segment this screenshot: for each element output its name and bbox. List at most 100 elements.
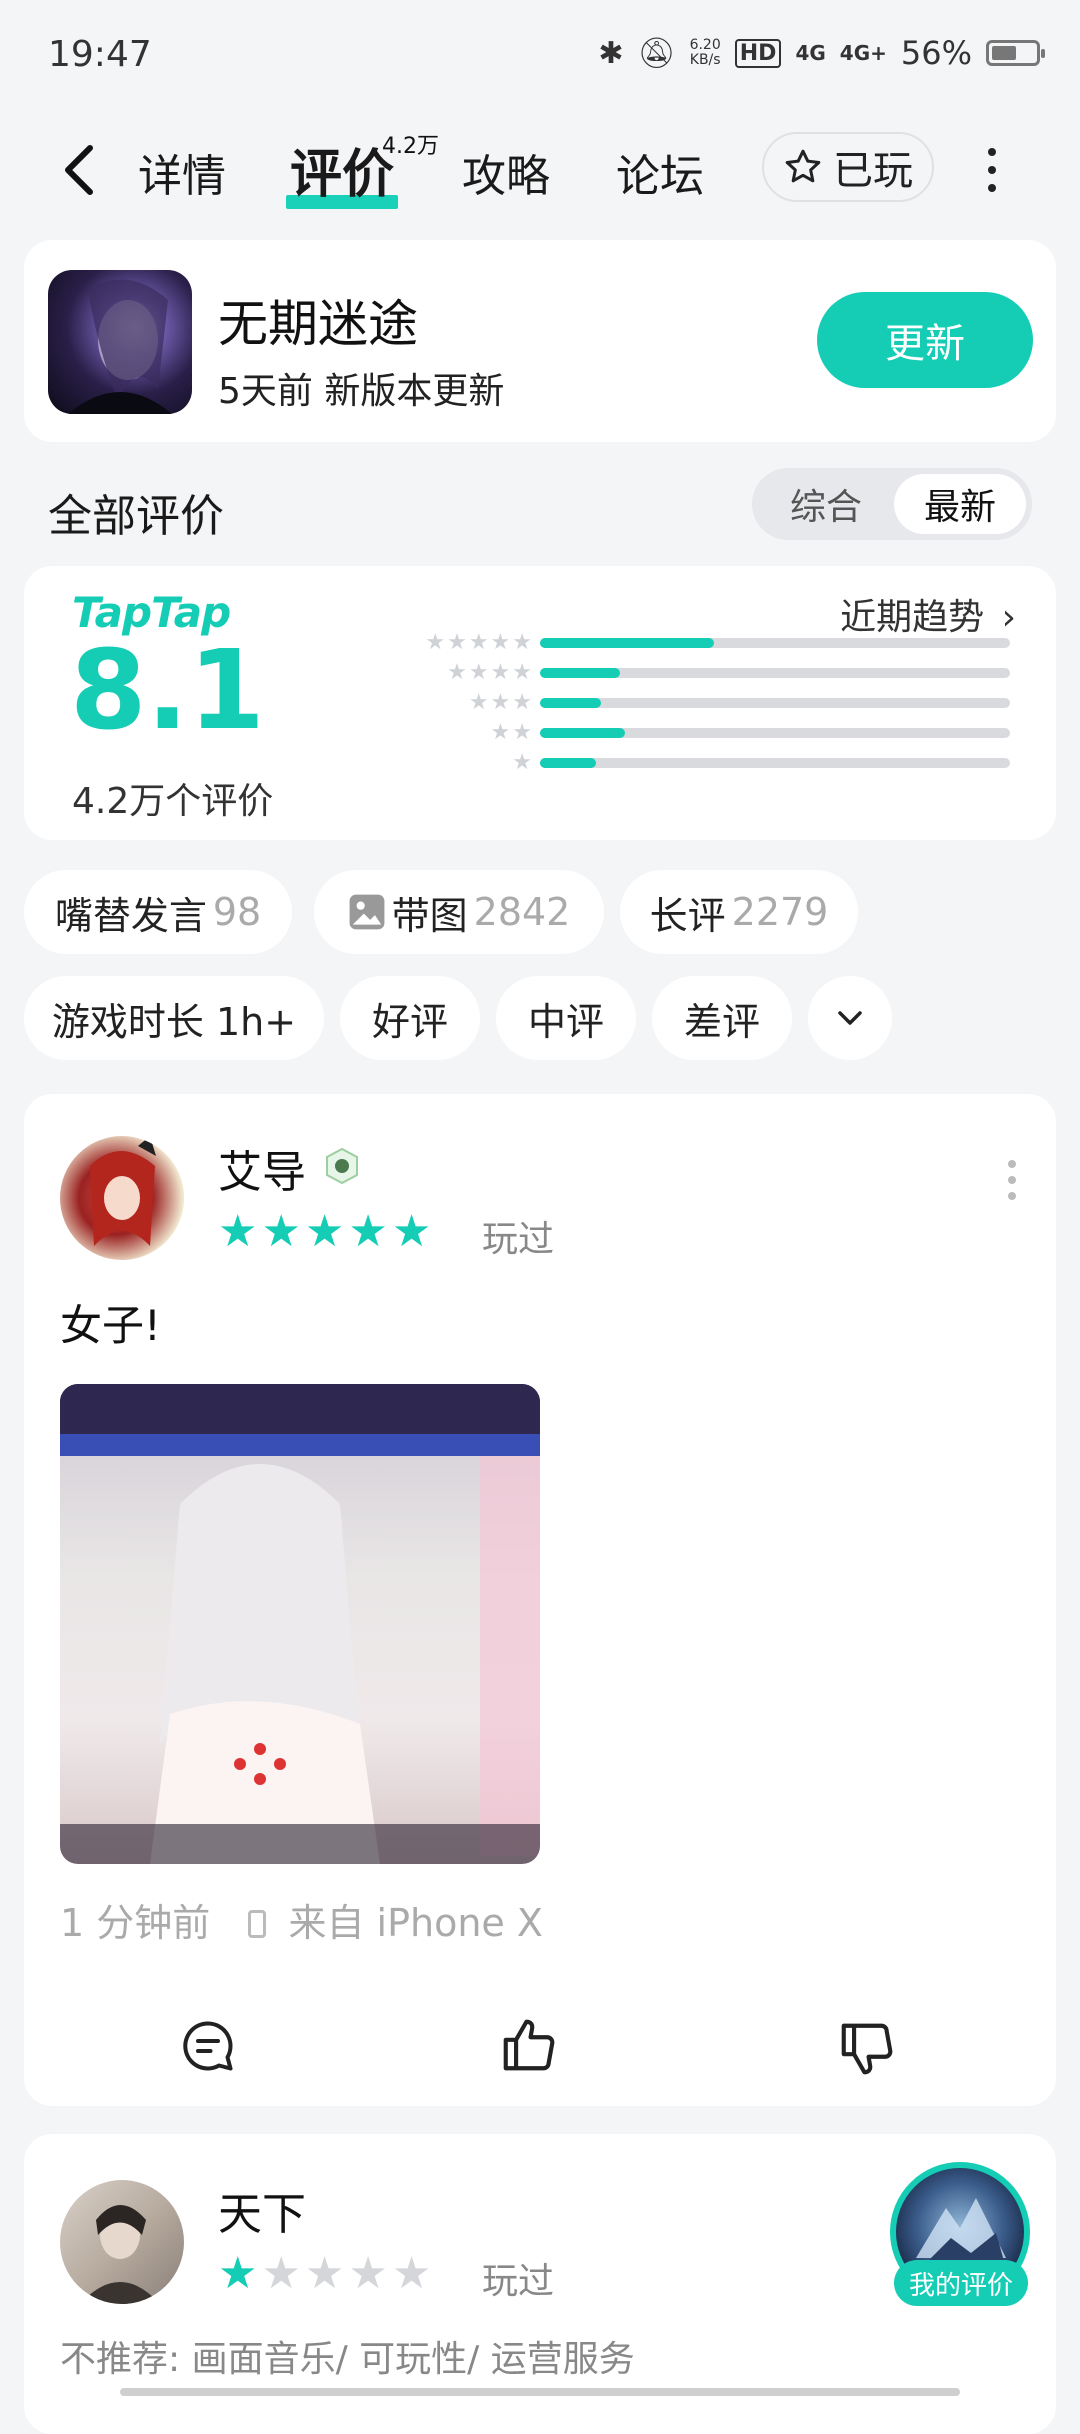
chevron-down-icon xyxy=(838,1011,862,1025)
review-username[interactable]: 艾导 xyxy=(218,1136,306,1200)
sort-toggle: 综合 最新 xyxy=(752,468,1032,540)
signal-4g-icon: 4G xyxy=(795,41,826,65)
chip-count: 2842 xyxy=(473,890,571,934)
chip-count: 2279 xyxy=(731,890,829,934)
played-status: 玩过 xyxy=(482,1219,555,1260)
star-filled-icon: ★ xyxy=(261,1206,305,1257)
rating-bar-fill xyxy=(540,758,597,768)
filter-chip-with-image[interactable]: 带图 2842 xyxy=(314,870,604,954)
rating-count: 4.2万个评价 xyxy=(72,781,274,822)
rating-bar-fill xyxy=(540,698,602,708)
rating-bar-track xyxy=(540,728,1010,738)
review-username[interactable]: 天下 xyxy=(218,2178,306,2242)
rating-bar-track xyxy=(540,668,1010,678)
rating-bar-4-star: ★★★★ xyxy=(376,660,1012,685)
star-empty-icon: ★ xyxy=(304,2248,349,2299)
rating-bar-fill xyxy=(540,728,625,738)
battery-icon xyxy=(986,40,1045,66)
review-more-icon[interactable] xyxy=(1006,1160,1018,1200)
tab-reviews[interactable]: 评价 4.2万 xyxy=(286,132,439,209)
more-options-icon[interactable] xyxy=(982,148,1002,192)
signal-4g-plus-icon: 4G+ xyxy=(839,41,887,65)
rating-bar-fill xyxy=(540,638,714,648)
chip-label: 嘴替发言 xyxy=(54,893,207,938)
status-bar: 19:47 ✱ 🔕︎ 6.20 KB/s HD 4G 4G+ 56% xyxy=(0,0,1080,110)
tab-reviews-label: 评价 xyxy=(290,145,395,205)
net-speed: 6.20 KB/s xyxy=(689,37,721,68)
game-title: 无期迷途 xyxy=(218,295,418,353)
sort-option-comprehensive[interactable]: 综合 xyxy=(760,474,892,534)
review-time: 1 分钟前 xyxy=(60,1901,211,1945)
rating-bar-track xyxy=(540,758,1010,768)
star-empty-icon: ★ xyxy=(391,2248,436,2299)
review-star-rating: ★★★★★ xyxy=(218,2248,435,2299)
star-empty-icon: ★ xyxy=(261,2248,305,2299)
rating-bar-stars: ★ xyxy=(512,750,534,775)
rating-bar-1-star: ★ xyxy=(376,750,1012,775)
review-actions xyxy=(24,2006,1056,2086)
review-star-rating: ★★★★★ xyxy=(218,1206,435,1257)
image-icon xyxy=(349,894,385,930)
star-filled-icon: ★ xyxy=(348,1206,392,1257)
my-review-button[interactable]: 我的评价 xyxy=(894,2260,1028,2306)
battery-percent: 56% xyxy=(900,34,972,72)
star-filled-icon: ★ xyxy=(391,1206,436,1257)
expand-filters-button[interactable] xyxy=(808,976,892,1060)
tab-forum[interactable]: 论坛 xyxy=(616,140,704,204)
game-card[interactable]: 无期迷途 5天前 新版本更新 更新 xyxy=(24,240,1056,442)
chip-label: 长评 xyxy=(649,893,726,938)
filter-chip-long-review[interactable]: 长评 2279 xyxy=(620,870,858,954)
comment-icon[interactable] xyxy=(178,2016,238,2076)
game-update-info: 5天前 新版本更新 xyxy=(218,371,505,412)
thumbs-down-icon[interactable] xyxy=(836,2018,898,2080)
top-nav: 详情 评价 4.2万 攻略 论坛 已玩 xyxy=(0,120,1080,220)
user-avatar[interactable] xyxy=(60,1136,184,1260)
rating-bar-stars: ★★ xyxy=(490,720,534,745)
played-button[interactable]: 已玩 xyxy=(762,132,934,202)
game-icon xyxy=(48,270,192,414)
update-button[interactable]: 更新 xyxy=(817,292,1033,388)
rating-bar-2-star: ★★ xyxy=(376,720,1012,745)
star-empty-icon: ★ xyxy=(348,2248,392,2299)
tab-details[interactable]: 详情 xyxy=(138,140,226,204)
played-status: 玩过 xyxy=(482,2261,555,2302)
thumbs-up-icon[interactable] xyxy=(498,2014,560,2076)
filter-chip-mouthpiece[interactable]: 嘴替发言 98 xyxy=(24,870,292,954)
rating-bar-track xyxy=(540,698,1010,708)
rating-bar-stars: ★★★ xyxy=(468,690,534,715)
tab-guides[interactable]: 攻略 xyxy=(462,140,550,204)
home-indicator[interactable] xyxy=(120,2388,960,2396)
back-arrow-icon[interactable] xyxy=(60,142,100,198)
user-avatar[interactable] xyxy=(60,2180,184,2304)
filter-chip-positive[interactable]: 好评 xyxy=(340,976,480,1060)
filter-chip-neutral[interactable]: 中评 xyxy=(496,976,636,1060)
phone-icon xyxy=(248,1910,267,1938)
sort-option-latest[interactable]: 最新 xyxy=(894,474,1026,534)
review-device: 来自 iPhone X xyxy=(288,1901,543,1945)
all-reviews-title: 全部评价 xyxy=(48,491,224,542)
tab-reviews-badge: 4.2万 xyxy=(382,134,440,159)
rating-bar-stars: ★★★★ xyxy=(447,660,534,685)
review-card[interactable]: 艾导 ★★★★★ 玩过 女子! 1 分钟前 来自 iPhone X xyxy=(24,1094,1056,2106)
hd-icon: HD xyxy=(734,38,782,68)
star-filled-icon: ★ xyxy=(218,2248,262,2299)
rating-score: 8.1 xyxy=(70,626,265,754)
mute-bell-icon: 🔕︎ xyxy=(637,35,676,71)
bluetooth-icon: ✱ xyxy=(598,35,624,71)
star-outline-icon xyxy=(785,149,821,183)
rating-bar-5-star: ★★★★★ xyxy=(376,630,1012,655)
rating-bar-fill xyxy=(540,668,620,678)
filter-chip-negative[interactable]: 差评 xyxy=(652,976,792,1060)
status-time: 19:47 xyxy=(48,34,152,75)
star-filled-icon: ★ xyxy=(218,1206,262,1257)
played-label: 已玩 xyxy=(833,148,913,194)
rating-summary-card: TapTap 8.1 4.2万个评价 近期趋势 › ★★★★★ ★★★★ ★★★ ★★… xyxy=(24,566,1056,840)
rating-bar-3-star: ★★★ xyxy=(376,690,1012,715)
review-meta: 1 分钟前 来自 iPhone X xyxy=(60,1892,543,1947)
review-tags: 不推荐: 画面音乐/ 可玩性/ 运营服务 xyxy=(60,2339,635,2380)
rating-bar-stars: ★★★★★ xyxy=(425,630,534,655)
chip-label: 带图 xyxy=(391,893,468,938)
filter-chip-playtime[interactable]: 游戏时长 1h+ xyxy=(24,976,324,1060)
chip-count: 98 xyxy=(212,890,262,934)
review-image[interactable] xyxy=(60,1384,540,1864)
